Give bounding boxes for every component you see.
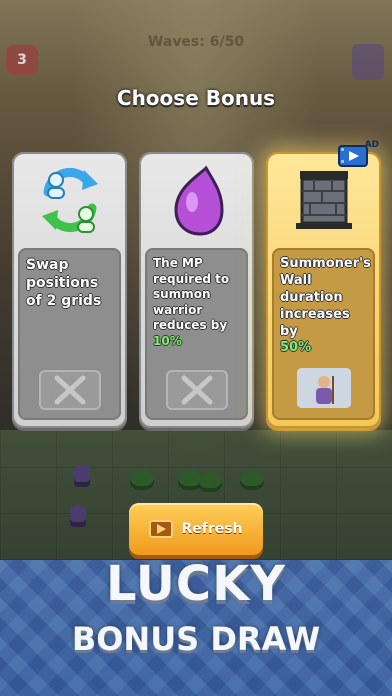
- menu-corner-icon[interactable]: [352, 44, 384, 80]
- ad-video-badge: AD: [337, 140, 379, 168]
- bonus-value: 10%: [153, 333, 182, 348]
- bonus-card-panel: Summoner's Wall duration increases by 50…: [272, 248, 375, 420]
- crossed-swords-lock-icon: [38, 370, 101, 410]
- swap-users-icon: [12, 160, 127, 240]
- refresh-label: Refresh: [181, 521, 243, 537]
- refresh-button[interactable]: Refresh: [129, 503, 263, 555]
- bush-sprite: [240, 470, 264, 490]
- warrior-unit-sprite: [70, 505, 86, 527]
- lives-count: 3: [17, 52, 27, 68]
- promo-headline-lucky: LUCKY: [105, 556, 287, 612]
- choose-bonus-title: Choose Bonus: [116, 86, 276, 110]
- warrior-unit-sprite: [74, 465, 90, 487]
- stone-wall-icon: [266, 160, 381, 240]
- bonus-card-panel: Swap positions of 2 grids: [18, 248, 121, 420]
- bush-sprite: [130, 470, 154, 490]
- bonus-card-wall[interactable]: AD Summoner's Wall duration increases by…: [266, 140, 381, 428]
- bonus-card-swap[interactable]: Swap positions of 2 grids: [12, 152, 127, 428]
- bonus-description: Swap positions of 2 grids: [26, 257, 102, 310]
- video-play-icon: [149, 520, 174, 538]
- bush-sprite: [198, 472, 222, 492]
- bonus-description: Summoner's Wall duration increases by 50…: [280, 256, 371, 357]
- waves-counter: Waves: 6/50: [147, 34, 245, 50]
- promo-headline-bonus-draw: BONUS DRAW: [71, 620, 321, 658]
- lives-heart-icon: 3: [6, 45, 38, 75]
- bonus-value: 50%: [280, 340, 312, 356]
- bonus-card-mp[interactable]: The MP required to summon warrior reduce…: [139, 152, 254, 428]
- bonus-description-text: Summoner's Wall duration increases by: [280, 256, 371, 339]
- ad-label: AD: [364, 140, 379, 150]
- bonus-description-text: The MP required to summon warrior reduce…: [153, 256, 230, 333]
- purple-potion-icon: [139, 160, 254, 240]
- crossed-swords-lock-icon: [165, 370, 228, 410]
- summoner-thumbnail: [296, 368, 351, 408]
- bonus-description: The MP required to summon warrior reduce…: [153, 256, 242, 350]
- bonus-card-panel: The MP required to summon warrior reduce…: [145, 248, 248, 420]
